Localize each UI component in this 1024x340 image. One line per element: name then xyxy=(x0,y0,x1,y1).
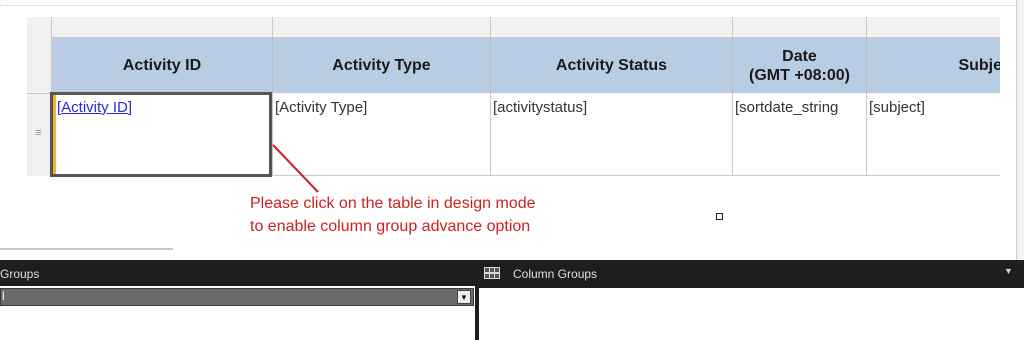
column-groups-list xyxy=(479,286,1024,340)
row-group-item[interactable]: l ▼ xyxy=(0,288,474,306)
callout-annotation: Please click on the table in design mode… xyxy=(250,192,536,238)
grouping-pane: Groups Column Groups ▼ l ▼ xyxy=(0,260,1024,340)
chevron-down-icon[interactable]: ▼ xyxy=(457,290,471,304)
row-groups-title: Groups xyxy=(0,267,40,281)
callout-line-2: to enable column group advance option xyxy=(250,218,531,235)
pane-options-chevron-down-icon[interactable]: ▼ xyxy=(1004,266,1013,276)
column-groups-icon xyxy=(484,267,500,279)
horizontal-scrollbar[interactable] xyxy=(0,248,173,250)
row-group-item-label: l xyxy=(2,289,5,303)
row-groups-list: l ▼ xyxy=(0,286,477,340)
report-design-surface: ≡ Activity ID Activity Type Activity Sta… xyxy=(0,0,1016,260)
vertical-scrollbar[interactable] xyxy=(1016,0,1024,260)
column-groups-title: Column Groups xyxy=(513,267,598,281)
resize-handle-icon[interactable] xyxy=(716,213,723,220)
grouping-pane-header: Groups Column Groups ▼ xyxy=(0,260,1024,286)
callout-line-1: Please click on the table in design mode xyxy=(250,195,536,212)
